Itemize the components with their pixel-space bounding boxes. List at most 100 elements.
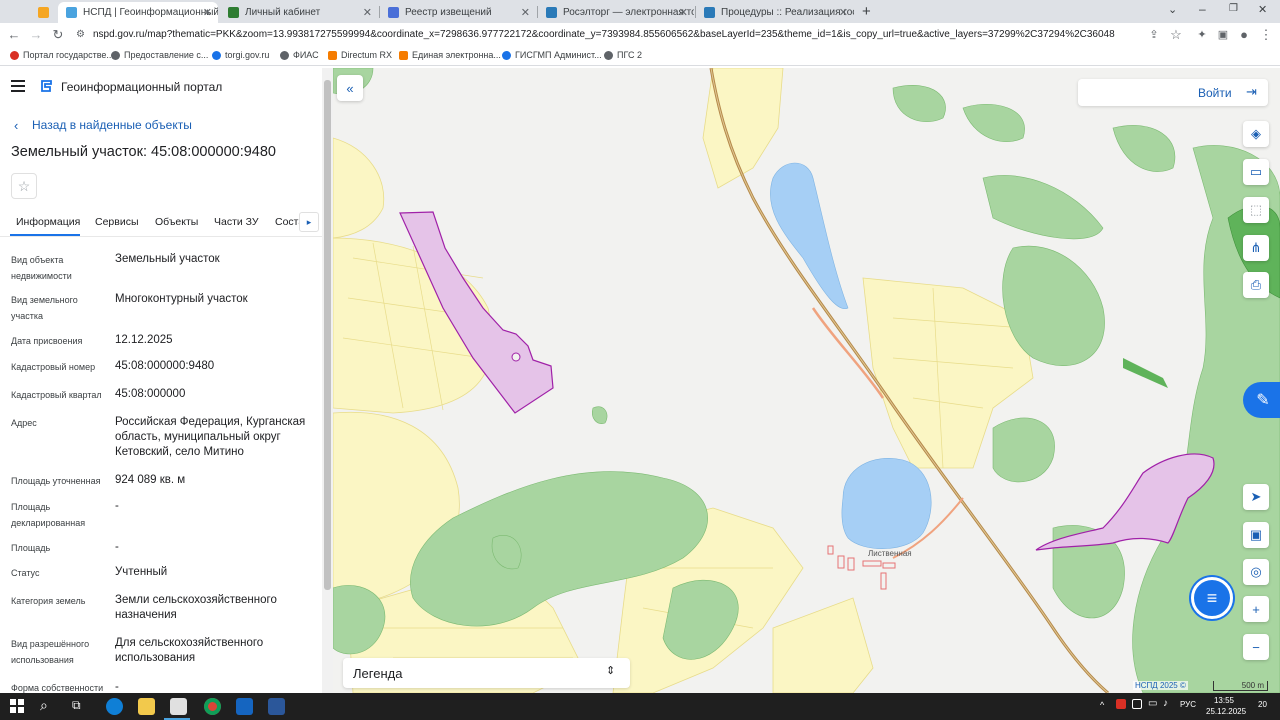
clock-date: 25.12.2025 (1206, 707, 1247, 716)
yandex-icon[interactable] (236, 698, 253, 715)
place-label: Лиственная (868, 549, 912, 558)
network-icon[interactable]: ▭ (1148, 698, 1157, 709)
torgi-icon (212, 50, 221, 60)
browser-tab-nspd[interactable]: НСПД | Геоинформационный п ✕ (58, 2, 218, 23)
close-tab-icon[interactable]: ✕ (679, 6, 688, 19)
chevron-left-icon[interactable]: ‹ (14, 118, 18, 133)
volume-icon[interactable]: ♪ (1163, 698, 1168, 709)
task-view-icon[interactable]: ⧉ (72, 698, 81, 713)
panel-scrollbar-thumb[interactable] (324, 80, 331, 590)
clock[interactable]: 13:55 25.12.2025 (1206, 695, 1247, 717)
locate-target-icon[interactable]: ◎ (1243, 559, 1269, 585)
close-window-button[interactable]: ✕ (1258, 3, 1267, 16)
tab-objects[interactable]: Объекты (155, 216, 198, 228)
field-label: Дата присвоения (11, 336, 83, 346)
app-icon[interactable] (170, 698, 187, 715)
layers-icon[interactable]: ◈ (1243, 121, 1269, 147)
bookmark-gisgmp[interactable]: ГИСГМП Админист... (502, 50, 602, 60)
chrome-browser-icon[interactable] (204, 698, 221, 715)
print-icon[interactable]: ⎙ (1243, 272, 1269, 298)
windows-start-icon[interactable] (10, 699, 24, 713)
geolocation-icon[interactable]: ➤ (1243, 484, 1269, 510)
browser-tab-strip: НСПД | Геоинформационный п ✕ Личный каби… (0, 0, 1280, 23)
browser-toolbar: ← → ↻ ⚙ nspd.gov.ru/map?thematic=PKK&zoom… (0, 23, 1280, 46)
bookmark-directum[interactable]: Directum RX (328, 50, 392, 60)
tray-app-icon[interactable] (1132, 699, 1142, 709)
close-tab-icon[interactable]: ✕ (521, 6, 530, 19)
edinaya-icon (399, 50, 408, 60)
show-hidden-icons[interactable]: ^ (1100, 700, 1104, 710)
select-area-icon[interactable]: ⬚ (1243, 197, 1269, 223)
tab-parts[interactable]: Части ЗУ (214, 216, 259, 228)
address-bar[interactable]: ⚙ nspd.gov.ru/map?thematic=PKK&zoom=13.99… (76, 26, 1176, 44)
zoom-in-button[interactable]: + (1243, 596, 1269, 622)
field-value: - (115, 500, 119, 512)
language-indicator[interactable]: РУС (1180, 700, 1196, 709)
bookmark-torgi[interactable]: torgi.gov.ru (212, 50, 269, 60)
close-tab-icon[interactable]: ✕ (363, 6, 372, 19)
field-value: Многоконтурный участок (115, 293, 248, 305)
login-arrow-icon[interactable]: ⇥ (1246, 84, 1257, 100)
field-value: - (115, 541, 119, 553)
browser-tab-registry[interactable]: Реестр извещений ✕ (380, 2, 536, 23)
bookmark-icon (38, 7, 49, 18)
legend-dropdown[interactable]: Легенда ⇕ (343, 658, 630, 688)
tab-search-icon[interactable]: ⌄ (1168, 3, 1177, 16)
close-tab-icon[interactable]: ✕ (839, 6, 848, 19)
bookmark-pgs2[interactable]: ПГС 2 (604, 50, 642, 60)
login-button[interactable]: Войти (1198, 86, 1232, 100)
collapse-panel-button[interactable]: « (337, 75, 363, 101)
back-to-results-link[interactable]: Назад в найденные объекты (32, 118, 192, 132)
field-label: Вид разрешённого использования (11, 639, 90, 665)
bookmark-star-icon[interactable]: ☆ (1168, 27, 1184, 43)
field-label: Категория земель (11, 596, 86, 606)
notification-count[interactable]: 20 (1258, 700, 1267, 709)
map-canvas[interactable]: Лиственная « Войти ⇥ ◈ ▭ ⬚ ⋔ ⎙ ✎ ➤ ▣ ◎ ≡… (333, 68, 1280, 693)
menu-dots-icon[interactable]: ⋮ (1258, 27, 1274, 43)
back-arrow-icon[interactable]: ← (6, 27, 22, 43)
hamburger-menu-icon[interactable] (11, 80, 25, 92)
bookmarks-bar: Портал государстве... Предоставление с..… (0, 46, 1280, 66)
chat-assistant-button[interactable]: ≡ (1191, 577, 1233, 619)
edge-browser-icon[interactable] (106, 698, 123, 715)
tab-information[interactable]: Информация (16, 216, 80, 228)
field-label: Площадь декларированная (11, 502, 86, 528)
minimap-icon[interactable]: ▣ (1243, 522, 1269, 548)
tabs-scroll-right-button[interactable]: ▸ (299, 212, 319, 232)
minimize-button[interactable]: – (1199, 2, 1206, 16)
gisgmp-icon (502, 50, 511, 60)
profile-icon[interactable]: ● (1236, 27, 1252, 43)
browser-tab-roseltorg[interactable]: Росэлторг — электронная торг ✕ (538, 2, 694, 23)
map-copyright[interactable]: НСПД 2025 © (1133, 681, 1188, 690)
feedback-chat-icon[interactable]: ✎ (1243, 382, 1280, 418)
pgs-icon (604, 50, 613, 60)
cabinet-favicon-icon (228, 7, 239, 18)
bookmark-predostavlenie[interactable]: Предоставление с... (111, 50, 208, 60)
close-tab-icon[interactable]: ✕ (203, 6, 212, 19)
search-icon[interactable]: ⌕ (40, 697, 48, 714)
share-icon[interactable]: ⇪ (1146, 27, 1162, 43)
bookmark-gosuslugi[interactable]: Портал государстве... (10, 50, 114, 60)
zoom-out-button[interactable]: − (1243, 634, 1269, 660)
site-info-icon[interactable]: ⚙ (76, 29, 85, 40)
gosuslugi-icon (10, 50, 19, 60)
file-explorer-icon[interactable] (138, 698, 155, 715)
bookmark-edinaya[interactable]: Единая электронна... (399, 50, 501, 60)
sidepanel-icon[interactable]: ▣ (1215, 27, 1231, 43)
favorite-star-button[interactable]: ☆ (11, 173, 37, 199)
forward-arrow-icon[interactable]: → (28, 27, 44, 43)
new-tab-button[interactable]: + (862, 3, 871, 20)
ruler-icon[interactable]: ▭ (1243, 159, 1269, 185)
reload-icon[interactable]: ↻ (50, 27, 66, 43)
browser-tab-pinned[interactable] (30, 2, 56, 23)
procedures-favicon-icon (704, 7, 715, 18)
tab-services[interactable]: Сервисы (95, 216, 139, 228)
tray-app-icon[interactable] (1116, 699, 1126, 709)
maximize-button[interactable]: ❐ (1229, 3, 1238, 14)
extensions-icon[interactable]: ✦ (1194, 27, 1210, 43)
browser-tab-procedures[interactable]: Процедуры :: Реализация госим ✕ (696, 2, 854, 23)
bookmark-fias[interactable]: ФИАС (280, 50, 319, 60)
browser-tab-cabinet[interactable]: Личный кабинет ✕ (220, 2, 378, 23)
word-icon[interactable] (268, 698, 285, 715)
share-icon[interactable]: ⋔ (1243, 235, 1269, 261)
